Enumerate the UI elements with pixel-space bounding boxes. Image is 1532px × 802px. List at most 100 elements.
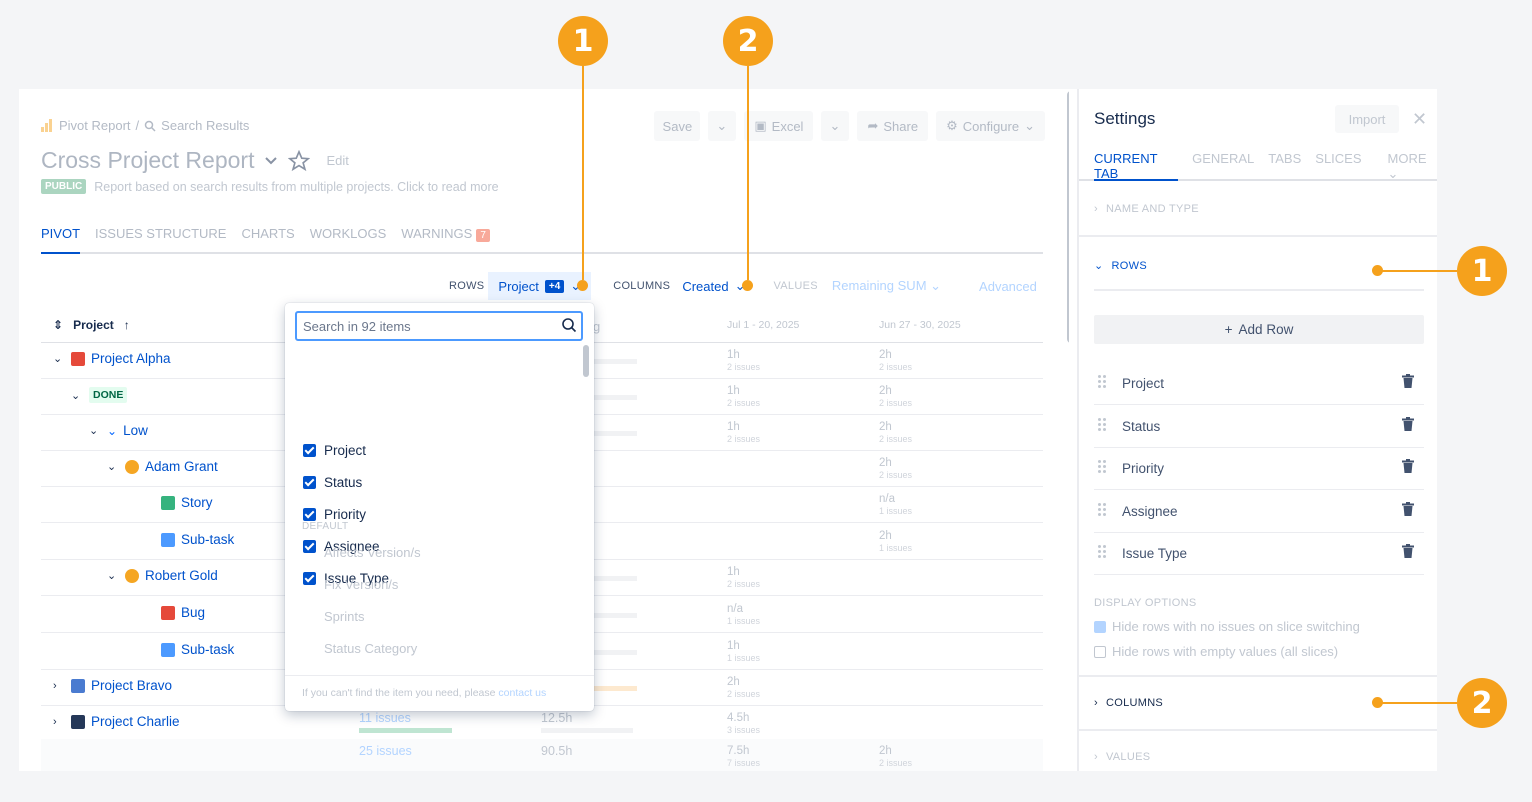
chevron-right-icon[interactable]: › [53,716,65,728]
rows-selector[interactable]: Project +4 ⌄ [488,272,592,300]
column-header-date1[interactable]: Jul 1 - 20, 2025 [727,319,799,331]
row-text[interactable]: Project Alpha [91,351,171,366]
row-label[interactable]: ⌄ Adam Grant [107,459,218,474]
column-header-date2[interactable]: Jun 27 - 30, 2025 [879,319,961,331]
advanced-link[interactable]: Advanced [979,279,1037,294]
tab-worklogs[interactable]: WORKLOGS [310,226,387,252]
chevron-down-icon[interactable]: ⌄ [89,424,101,437]
chevron-down-icon[interactable]: ⌄ [53,352,65,365]
dropdown-item-fix-version[interactable]: Fix Version/s [324,577,398,592]
settings-row-item[interactable]: Status [1094,405,1424,448]
row-text[interactable]: Bug [181,605,205,620]
dropdown-item-sprints[interactable]: Sprints [324,609,364,624]
dropdown-item-affects-version[interactable]: Affects Version/s [324,545,421,560]
row-label[interactable]: ⌄ Project Alpha [53,351,171,366]
row-label[interactable]: Sub-task [143,642,234,657]
tab-charts[interactable]: CHARTS [241,226,294,252]
trash-icon[interactable] [1402,374,1414,388]
checkbox-checked[interactable] [303,444,316,457]
row-text[interactable]: Sub-task [181,532,234,547]
section-name-and-type[interactable]: › NAME AND TYPE [1079,183,1437,237]
import-button[interactable]: Import [1335,105,1399,133]
drag-handle-icon[interactable] [1098,545,1106,559]
dropdown-search-input[interactable]: Search in 92 items [295,311,583,341]
configure-button[interactable]: ⚙ Configure ⌄ [936,111,1045,141]
chevron-down-icon[interactable]: ⌄ [107,460,119,473]
settings-row-item[interactable]: Assignee [1094,490,1424,533]
tab-tabs[interactable]: TABS [1268,151,1301,179]
settings-row-item[interactable]: Priority [1094,447,1424,490]
row-label[interactable]: Story [143,495,213,510]
chevron-right-icon[interactable]: › [53,680,65,692]
tab-general[interactable]: GENERAL [1192,151,1254,179]
dropdown-item-status-category[interactable]: Status Category [324,641,417,656]
tab-slices[interactable]: SLICES [1315,151,1361,179]
tab-warnings[interactable]: WARNINGS 7 [401,226,490,252]
add-row-button[interactable]: + Add Row [1094,315,1424,344]
section-values[interactable]: › VALUES [1079,731,1437,771]
option-hide-empty-values[interactable]: Hide rows with empty values (all slices) [1094,644,1338,659]
checkbox-unchecked[interactable] [1094,645,1106,658]
report-description[interactable]: Report based on search results from mult… [94,180,498,194]
chevron-down-icon[interactable] [264,156,278,166]
columns-selector[interactable]: Created ⌄ [682,278,745,294]
section-columns[interactable]: › COLUMNS [1079,677,1437,731]
dropdown-scrollbar[interactable] [583,345,589,377]
row-text[interactable]: Project Charlie [91,714,180,729]
values-selector[interactable]: Remaining SUM ⌄ [832,278,941,294]
share-button[interactable]: ➦ Share [857,111,929,141]
excel-menu-button[interactable]: ⌄ [821,111,850,141]
row-label[interactable]: Bug [143,605,205,620]
option-hide-no-issues[interactable]: Hide rows with no issues on slice switch… [1094,619,1360,634]
project-column-header[interactable]: ⇕ Project ↑ [53,318,130,332]
breadcrumb-current[interactable]: Search Results [161,118,249,133]
close-icon[interactable]: ✕ [1412,109,1427,130]
tab-issues-structure[interactable]: ISSUES STRUCTURE [95,226,226,252]
row-text[interactable]: Project Bravo [91,678,172,693]
dropdown-item-status[interactable]: Status [303,475,362,490]
row-label[interactable]: ⌄ DONE [71,387,128,403]
trash-icon[interactable] [1402,502,1414,516]
tab-pivot[interactable]: PIVOT [41,226,81,254]
breadcrumb-root[interactable]: Pivot Report [59,118,131,133]
checkbox-checked[interactable] [303,540,316,553]
dropdown-item-project[interactable]: Project [303,443,366,458]
row-label[interactable]: ⌄ Robert Gold [107,568,218,583]
report-scrollbar[interactable] [1067,91,1069,343]
row-text[interactable]: Story [181,495,213,510]
chevron-down-icon[interactable]: ⌄ [71,389,83,402]
contact-us-link[interactable]: contact us [498,687,546,699]
drag-handle-icon[interactable] [1098,418,1106,432]
drag-handle-icon[interactable] [1098,503,1106,517]
row-text[interactable]: Low [123,423,148,438]
row-label[interactable]: › Project Bravo [53,678,172,693]
drag-handle-icon[interactable] [1098,375,1106,389]
checkbox-checked[interactable] [303,508,316,521]
row-text[interactable]: Sub-task [181,642,234,657]
trash-icon[interactable] [1402,417,1414,431]
report-title[interactable]: Cross Project Report [41,147,254,174]
checkbox-checked[interactable] [1094,620,1106,633]
expand-collapse-icon[interactable]: ⇕ [53,318,63,332]
drag-handle-icon[interactable] [1098,460,1106,474]
checkbox-checked[interactable] [303,476,316,489]
tab-more[interactable]: MORE ⌄ [1388,151,1437,181]
row-label[interactable]: › Project Charlie [53,714,180,729]
rows-section-header[interactable]: ⌄ ROWS [1094,259,1147,273]
row-label[interactable]: ⌄ ⌄ Low [89,423,148,438]
table-row[interactable]: › Project Charlie 4.5h 3 issues 11 issues 12.… [41,706,1043,742]
trash-icon[interactable] [1402,459,1414,473]
tab-current-tab[interactable]: CURRENT TAB [1094,151,1179,181]
settings-row-item[interactable]: Project [1094,362,1424,405]
settings-row-item[interactable]: Issue Type [1094,532,1424,575]
star-icon[interactable] [288,149,311,172]
save-menu-button[interactable]: ⌄ [708,111,737,141]
trash-icon[interactable] [1402,544,1414,558]
checkbox-checked[interactable] [303,572,316,585]
row-text[interactable]: Adam Grant [145,459,218,474]
dropdown-item-priority[interactable]: Priority [303,507,366,522]
excel-button[interactable]: ▣ Excel [744,111,814,141]
row-label[interactable]: Sub-task [143,532,234,547]
edit-link[interactable]: Edit [326,153,348,168]
chevron-down-icon[interactable]: ⌄ [107,569,119,582]
